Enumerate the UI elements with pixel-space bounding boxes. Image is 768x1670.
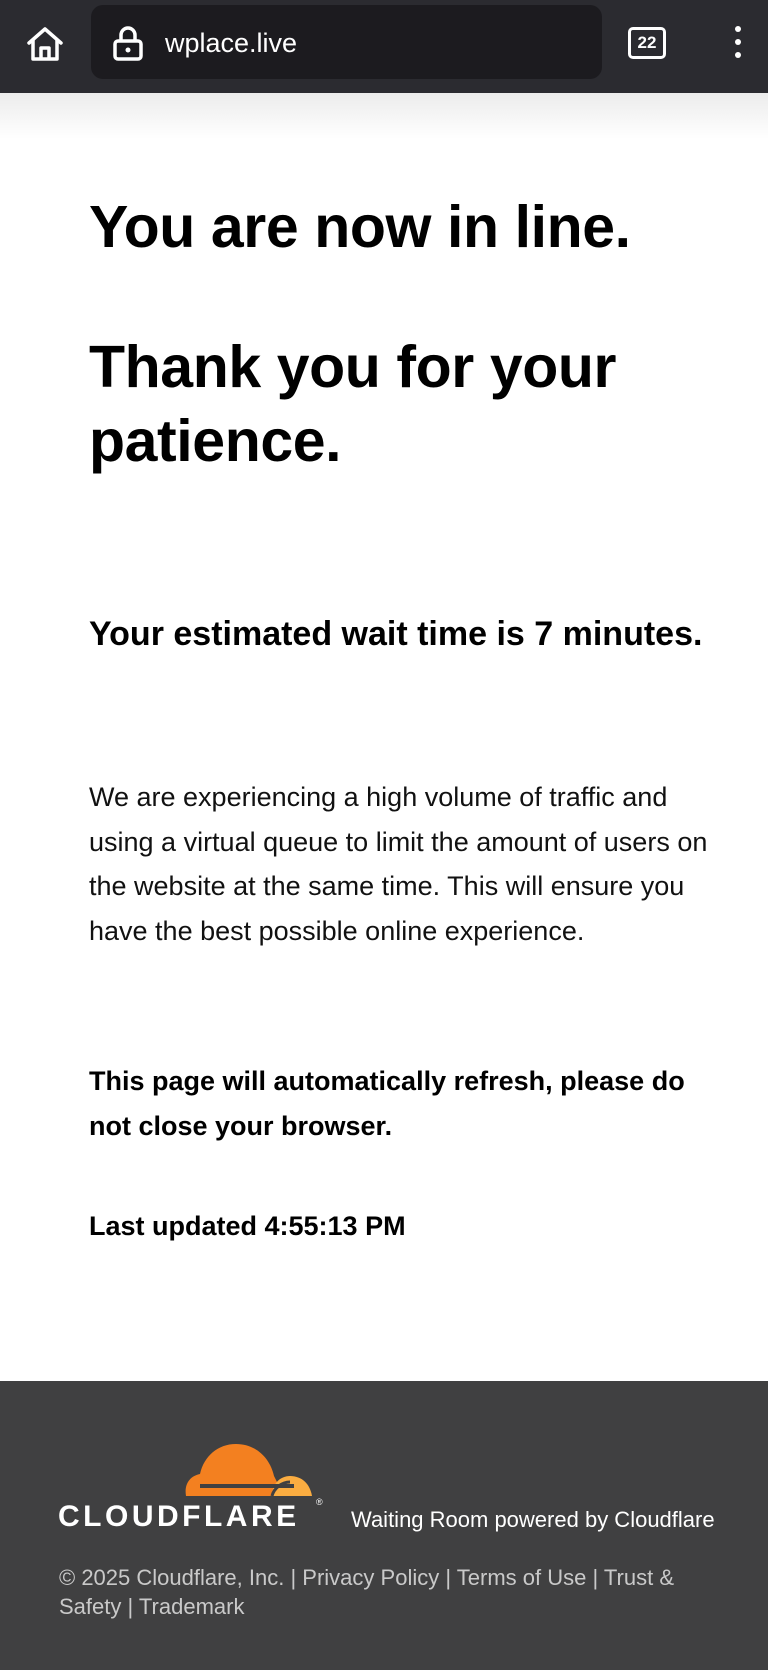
traffic-description: We are experiencing a high volume of tra… xyxy=(89,782,708,946)
cloudflare-logo[interactable]: CLOUDFLARE ® xyxy=(58,1440,323,1533)
cloudflare-wordmark: CLOUDFLARE xyxy=(58,1500,300,1533)
queue-heading: You are now in line. xyxy=(89,194,631,260)
url-text: wplace.live xyxy=(165,28,298,58)
tabs-icon: 22 xyxy=(628,27,666,59)
lock-icon xyxy=(113,26,143,61)
footer: CLOUDFLARE ® Waiting Room powered by Clo… xyxy=(0,1381,768,1670)
home-button[interactable] xyxy=(21,20,69,68)
estimated-wait-time: Your estimated wait time is 7 minutes. xyxy=(89,615,703,653)
tab-count: 22 xyxy=(637,33,657,52)
refresh-notice: This page will automatically refresh, pl… xyxy=(89,1066,685,1141)
cloud-icon xyxy=(185,1444,312,1497)
legal-links: © 2025 Cloudflare, Inc. | Privacy Policy… xyxy=(59,1565,674,1619)
thank-you-heading: Thank you for your patience. xyxy=(89,334,617,474)
registered-mark: ® xyxy=(316,1497,323,1507)
home-icon xyxy=(27,27,63,61)
more-vert-icon[interactable] xyxy=(723,20,753,64)
copyright: © 2025 Cloudflare, Inc. xyxy=(59,1565,285,1590)
last-updated: Last updated 4:55:13 PM xyxy=(89,1211,406,1241)
trademark-link[interactable]: Trademark xyxy=(139,1594,245,1619)
address-bar[interactable]: wplace.live xyxy=(91,5,602,79)
terms-of-use-link[interactable]: Terms of Use xyxy=(457,1565,587,1590)
privacy-policy-link[interactable]: Privacy Policy xyxy=(302,1565,439,1590)
tab-switcher-button[interactable]: 22 xyxy=(625,24,669,62)
toolbar-shadow xyxy=(0,93,768,139)
browser-toolbar: wplace.live 22 xyxy=(0,0,768,93)
powered-by-text: Waiting Room powered by Cloudflare xyxy=(351,1507,715,1532)
